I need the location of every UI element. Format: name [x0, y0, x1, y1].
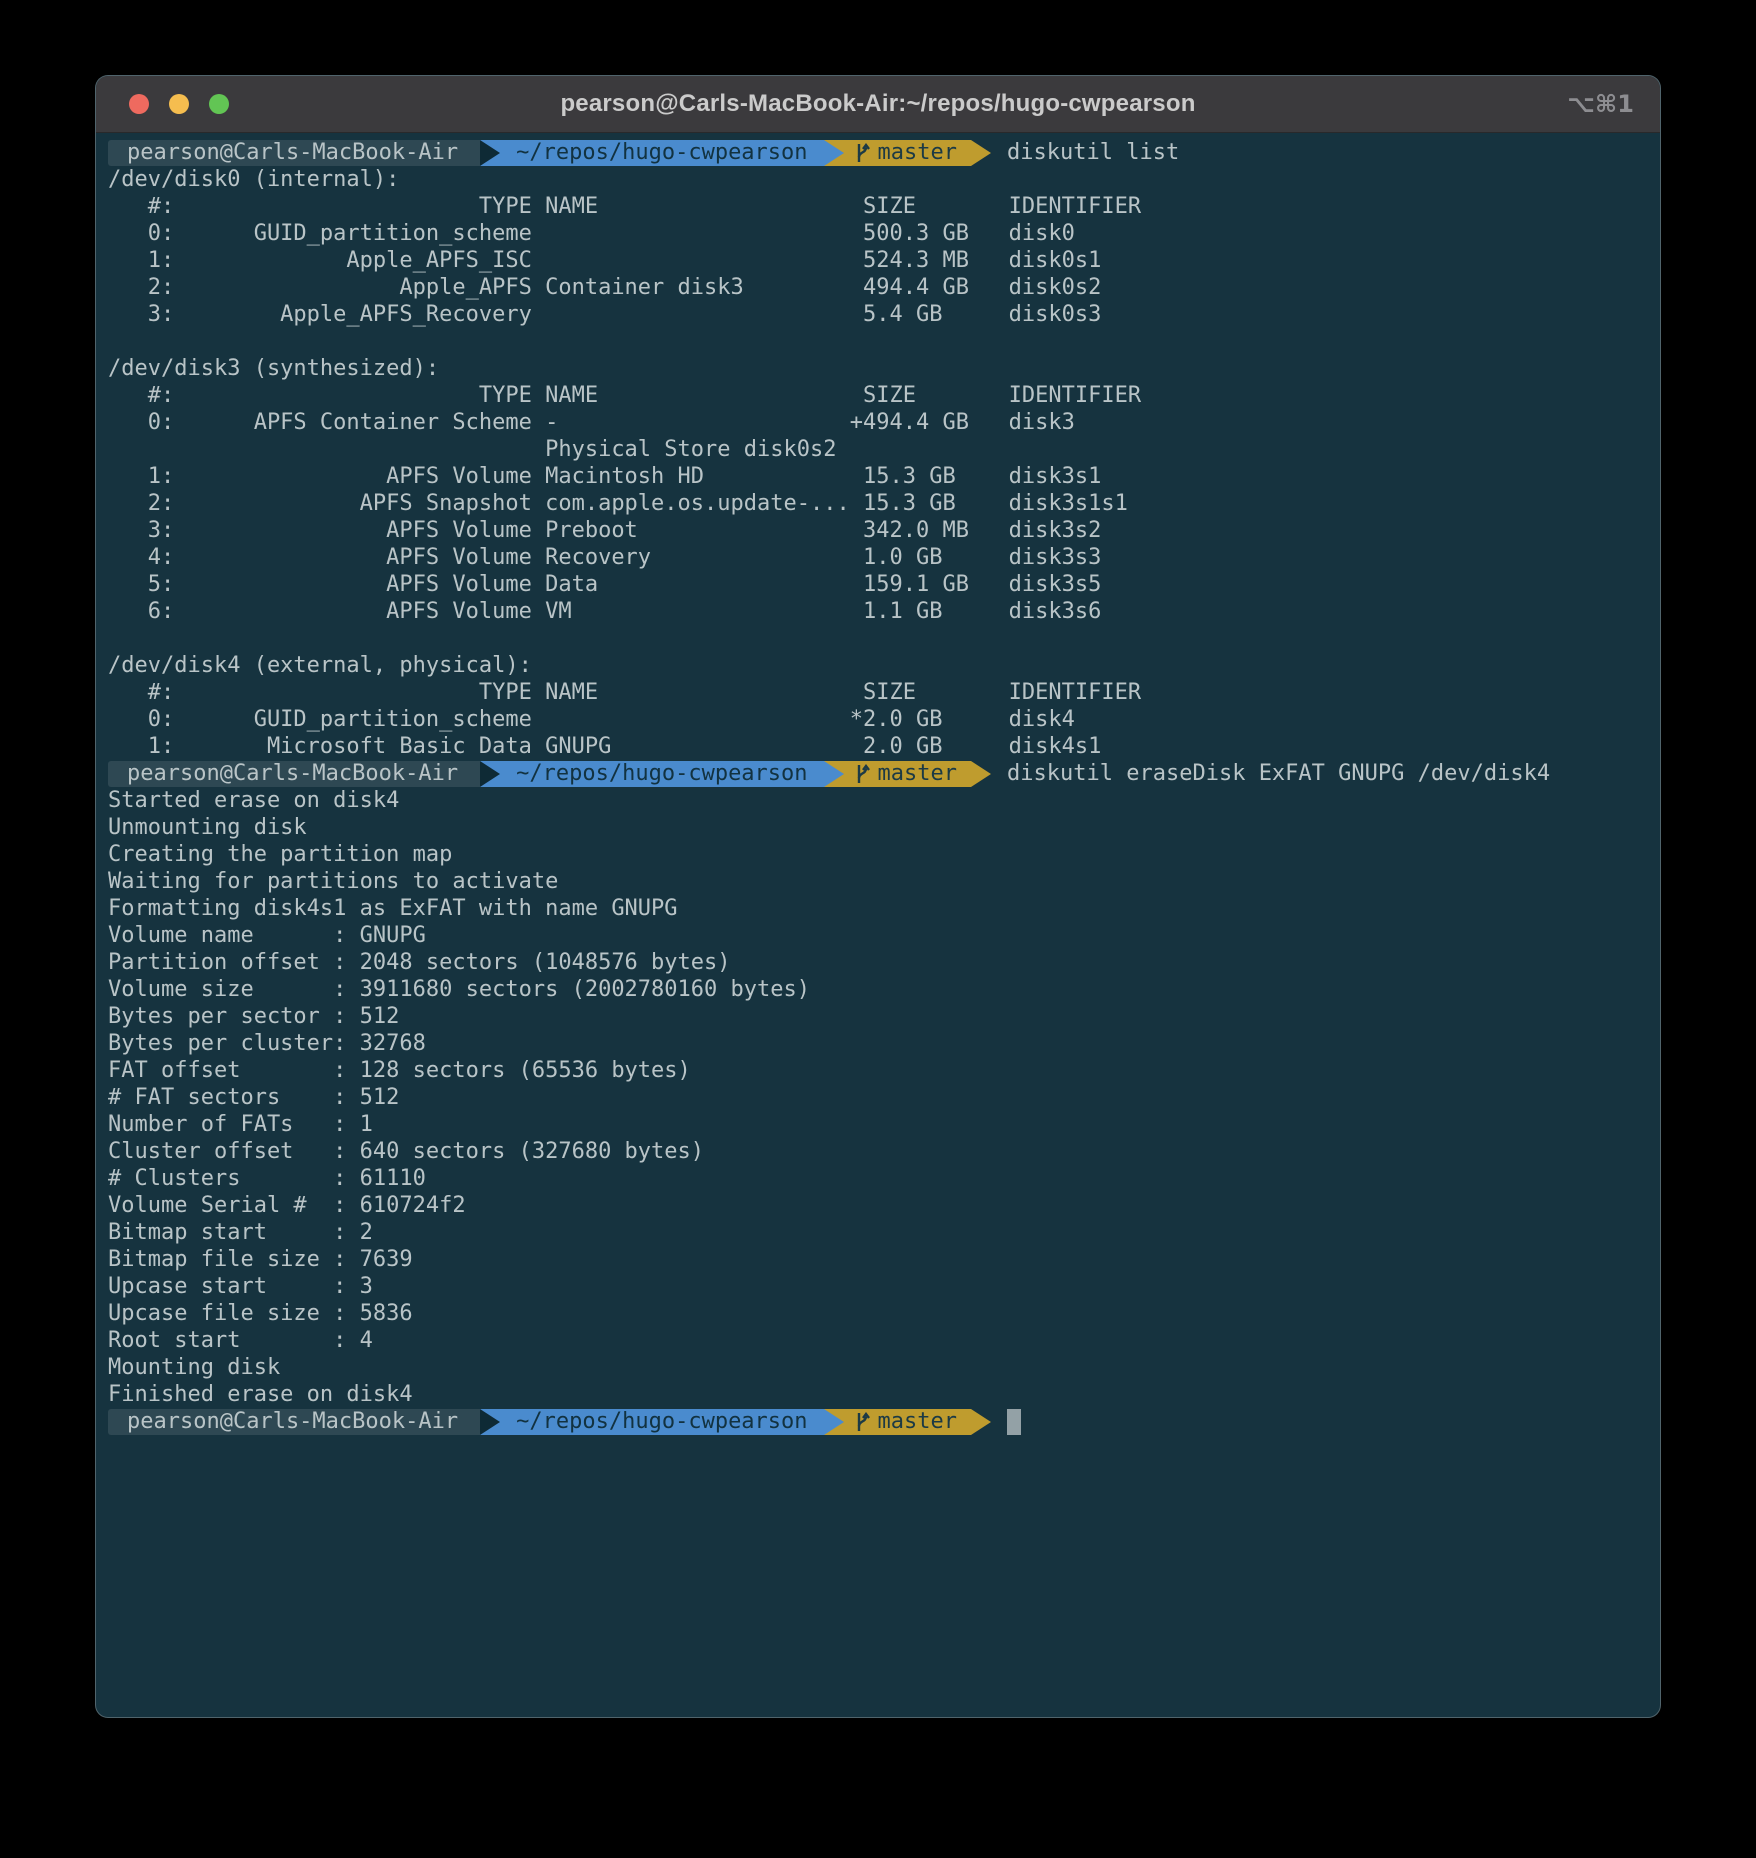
diskutil-list-output: /dev/disk0 (internal): #: TYPE NAME SIZE… [108, 166, 1652, 760]
prompt-directory: ~/repos/hugo-cwpearson [500, 140, 823, 166]
prompt-git-segment: master [844, 761, 971, 787]
diskutil-erase-output: Started erase on disk4 Unmounting disk C… [108, 787, 1652, 1408]
git-branch-icon [854, 763, 871, 785]
prompt-line: pearson@Carls-MacBook-Air ~/repos/hugo-c… [108, 1408, 1652, 1435]
powerline-separator-icon [480, 761, 500, 787]
powerline-separator-icon [824, 761, 844, 787]
window-shortcut: ⌥⌘1 [1567, 76, 1634, 132]
zoom-button[interactable] [209, 94, 229, 114]
powerline-separator-icon [824, 140, 844, 166]
window-title: pearson@Carls-MacBook-Air:~/repos/hugo-c… [96, 90, 1660, 118]
powerline-separator-icon [480, 140, 500, 166]
prompt-branch-label: master [878, 1409, 957, 1435]
prompt-git-segment: master [844, 1409, 971, 1435]
command-text: diskutil list [1007, 139, 1179, 166]
git-branch-icon [854, 142, 871, 164]
text-cursor [1007, 1409, 1021, 1435]
prompt-git-segment: master [844, 140, 971, 166]
prompt-branch-label: master [878, 761, 957, 787]
traffic-lights [129, 76, 229, 132]
powerline-separator-icon [971, 761, 991, 787]
prompt-line: pearson@Carls-MacBook-Air ~/repos/hugo-c… [108, 760, 1652, 787]
terminal-window: pearson@Carls-MacBook-Air:~/repos/hugo-c… [95, 75, 1661, 1718]
prompt-user-host: pearson@Carls-MacBook-Air [108, 761, 480, 787]
powerline-separator-icon [971, 1409, 991, 1435]
git-branch-icon [854, 1411, 871, 1433]
titlebar[interactable]: pearson@Carls-MacBook-Air:~/repos/hugo-c… [96, 76, 1660, 133]
prompt-directory: ~/repos/hugo-cwpearson [500, 761, 823, 787]
prompt-line: pearson@Carls-MacBook-Air ~/repos/hugo-c… [108, 139, 1652, 166]
powerline-separator-icon [971, 140, 991, 166]
prompt-branch-label: master [878, 140, 957, 166]
desktop: pearson@Carls-MacBook-Air:~/repos/hugo-c… [0, 0, 1756, 1858]
powerline-separator-icon [480, 1409, 500, 1435]
powerline-separator-icon [824, 1409, 844, 1435]
terminal-content[interactable]: pearson@Carls-MacBook-Air ~/repos/hugo-c… [96, 133, 1660, 1435]
prompt-user-host: pearson@Carls-MacBook-Air [108, 1409, 480, 1435]
command-text: diskutil eraseDisk ExFAT GNUPG /dev/disk… [1007, 760, 1550, 787]
minimize-button[interactable] [169, 94, 189, 114]
prompt-directory: ~/repos/hugo-cwpearson [500, 1409, 823, 1435]
close-button[interactable] [129, 94, 149, 114]
prompt-user-host: pearson@Carls-MacBook-Air [108, 140, 480, 166]
